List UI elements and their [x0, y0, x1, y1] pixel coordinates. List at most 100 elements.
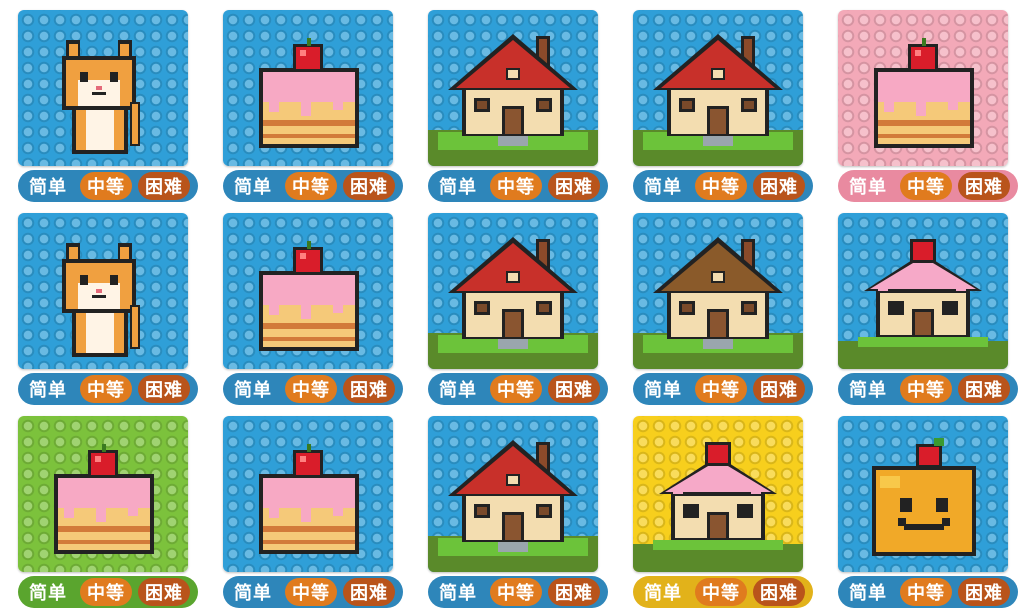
puzzle-card[interactable]: 简单 中等 困难: [838, 213, 1018, 405]
difficulty-bar: 简单 中等 困难: [18, 373, 198, 405]
difficulty-bar: 简单 中等 困难: [18, 170, 198, 202]
puzzle-thumbnail[interactable]: [223, 416, 393, 572]
difficulty-medium-button[interactable]: 中等: [900, 172, 952, 200]
house-sprite: [428, 34, 598, 166]
difficulty-hard-button[interactable]: 困难: [343, 375, 395, 403]
difficulty-hard-button[interactable]: 困难: [138, 375, 190, 403]
difficulty-medium-button[interactable]: 中等: [80, 578, 132, 606]
difficulty-hard-button[interactable]: 困难: [343, 578, 395, 606]
house-sprite: [428, 440, 598, 572]
difficulty-bar: 简单 中等 困难: [633, 170, 813, 202]
difficulty-medium-button[interactable]: 中等: [695, 375, 747, 403]
house-sprite: [428, 237, 598, 369]
difficulty-hard-button[interactable]: 困难: [343, 172, 395, 200]
cake-house-sprite: [633, 442, 803, 572]
difficulty-easy-button[interactable]: 简单: [842, 578, 894, 606]
puzzle-card[interactable]: 简单 中等 困难: [428, 10, 608, 202]
puzzle-thumbnail[interactable]: [633, 416, 803, 572]
puzzle-card[interactable]: 简单 中等 困难: [18, 213, 198, 405]
puzzle-thumbnail[interactable]: [18, 416, 188, 572]
difficulty-medium-button[interactable]: 中等: [80, 375, 132, 403]
difficulty-bar: 简单 中等 困难: [838, 576, 1018, 608]
difficulty-easy-button[interactable]: 简单: [637, 578, 689, 606]
difficulty-easy-button[interactable]: 简单: [22, 578, 74, 606]
difficulty-medium-button[interactable]: 中等: [900, 578, 952, 606]
difficulty-bar: 简单 中等 困难: [18, 576, 198, 608]
difficulty-bar: 简单 中等 困难: [633, 576, 813, 608]
difficulty-easy-button[interactable]: 简单: [22, 172, 74, 200]
difficulty-easy-button[interactable]: 简单: [227, 172, 279, 200]
difficulty-easy-button[interactable]: 简单: [432, 578, 484, 606]
puzzle-thumbnail[interactable]: [18, 213, 188, 369]
puzzle-card[interactable]: 简单 中等 困难: [633, 10, 813, 202]
difficulty-bar: 简单 中等 困难: [428, 576, 608, 608]
puzzle-card[interactable]: 简单 中等 困难: [838, 10, 1018, 202]
difficulty-bar: 简单 中等 困难: [428, 170, 608, 202]
difficulty-medium-button[interactable]: 中等: [80, 172, 132, 200]
difficulty-easy-button[interactable]: 简单: [637, 375, 689, 403]
puzzle-card[interactable]: 简单 中等 困难: [18, 416, 198, 608]
puzzle-card[interactable]: 简单 中等 困难: [633, 213, 813, 405]
difficulty-medium-button[interactable]: 中等: [695, 172, 747, 200]
difficulty-medium-button[interactable]: 中等: [490, 375, 542, 403]
puzzle-thumbnail[interactable]: [838, 416, 1008, 572]
puzzle-card[interactable]: 简单 中等 困难: [223, 10, 403, 202]
puzzle-thumbnail[interactable]: [223, 10, 393, 166]
cake-sprite: [259, 241, 359, 351]
difficulty-bar: 简单 中等 困难: [838, 170, 1018, 202]
difficulty-easy-button[interactable]: 简单: [22, 375, 74, 403]
difficulty-hard-button[interactable]: 困难: [548, 172, 600, 200]
difficulty-hard-button[interactable]: 困难: [958, 375, 1010, 403]
difficulty-bar: 简单 中等 困难: [633, 373, 813, 405]
difficulty-medium-button[interactable]: 中等: [285, 578, 337, 606]
difficulty-medium-button[interactable]: 中等: [695, 578, 747, 606]
puzzle-thumbnail[interactable]: [633, 213, 803, 369]
difficulty-hard-button[interactable]: 困难: [138, 172, 190, 200]
difficulty-hard-button[interactable]: 困难: [548, 578, 600, 606]
difficulty-hard-button[interactable]: 困难: [753, 578, 805, 606]
difficulty-medium-button[interactable]: 中等: [900, 375, 952, 403]
smiley-cake-sprite: [872, 438, 976, 556]
puzzle-card[interactable]: 简单 中等 困难: [428, 416, 608, 608]
difficulty-easy-button[interactable]: 简单: [842, 375, 894, 403]
difficulty-bar: 简单 中等 困难: [428, 373, 608, 405]
cake-sprite: [54, 444, 154, 554]
difficulty-bar: 简单 中等 困难: [838, 373, 1018, 405]
difficulty-easy-button[interactable]: 简单: [637, 172, 689, 200]
difficulty-hard-button[interactable]: 困难: [958, 578, 1010, 606]
puzzle-card[interactable]: 简单 中等 困难: [223, 416, 403, 608]
difficulty-hard-button[interactable]: 困难: [958, 172, 1010, 200]
difficulty-hard-button[interactable]: 困难: [138, 578, 190, 606]
cake-house-sprite: [838, 239, 1008, 369]
difficulty-easy-button[interactable]: 简单: [842, 172, 894, 200]
puzzle-grid: 简单 中等 困难 简单 中等 困难 简单 中等 困难 简单 中等 困难 简单 中…: [0, 0, 1024, 608]
puzzle-thumbnail[interactable]: [633, 10, 803, 166]
puzzle-thumbnail[interactable]: [838, 213, 1008, 369]
puzzle-card[interactable]: 简单 中等 困难: [838, 416, 1018, 608]
difficulty-medium-button[interactable]: 中等: [490, 172, 542, 200]
difficulty-easy-button[interactable]: 简单: [227, 578, 279, 606]
difficulty-easy-button[interactable]: 简单: [227, 375, 279, 403]
puzzle-card[interactable]: 简单 中等 困难: [18, 10, 198, 202]
puzzle-thumbnail[interactable]: [428, 10, 598, 166]
difficulty-easy-button[interactable]: 简单: [432, 375, 484, 403]
puzzle-card[interactable]: 简单 中等 困难: [428, 213, 608, 405]
difficulty-medium-button[interactable]: 中等: [285, 172, 337, 200]
puzzle-thumbnail[interactable]: [428, 213, 598, 369]
difficulty-hard-button[interactable]: 困难: [753, 172, 805, 200]
difficulty-medium-button[interactable]: 中等: [285, 375, 337, 403]
difficulty-medium-button[interactable]: 中等: [490, 578, 542, 606]
difficulty-hard-button[interactable]: 困难: [548, 375, 600, 403]
puzzle-thumbnail[interactable]: [223, 213, 393, 369]
puzzle-thumbnail[interactable]: [18, 10, 188, 166]
puzzle-thumbnail[interactable]: [838, 10, 1008, 166]
cake-sprite: [259, 444, 359, 554]
cake-sprite: [874, 38, 974, 148]
difficulty-bar: 简单 中等 困难: [223, 170, 403, 202]
difficulty-easy-button[interactable]: 简单: [432, 172, 484, 200]
puzzle-card[interactable]: 简单 中等 困难: [223, 213, 403, 405]
difficulty-hard-button[interactable]: 困难: [753, 375, 805, 403]
puzzle-thumbnail[interactable]: [428, 416, 598, 572]
puzzle-card[interactable]: 简单 中等 困难: [633, 416, 813, 608]
cat-sprite: [62, 243, 140, 357]
